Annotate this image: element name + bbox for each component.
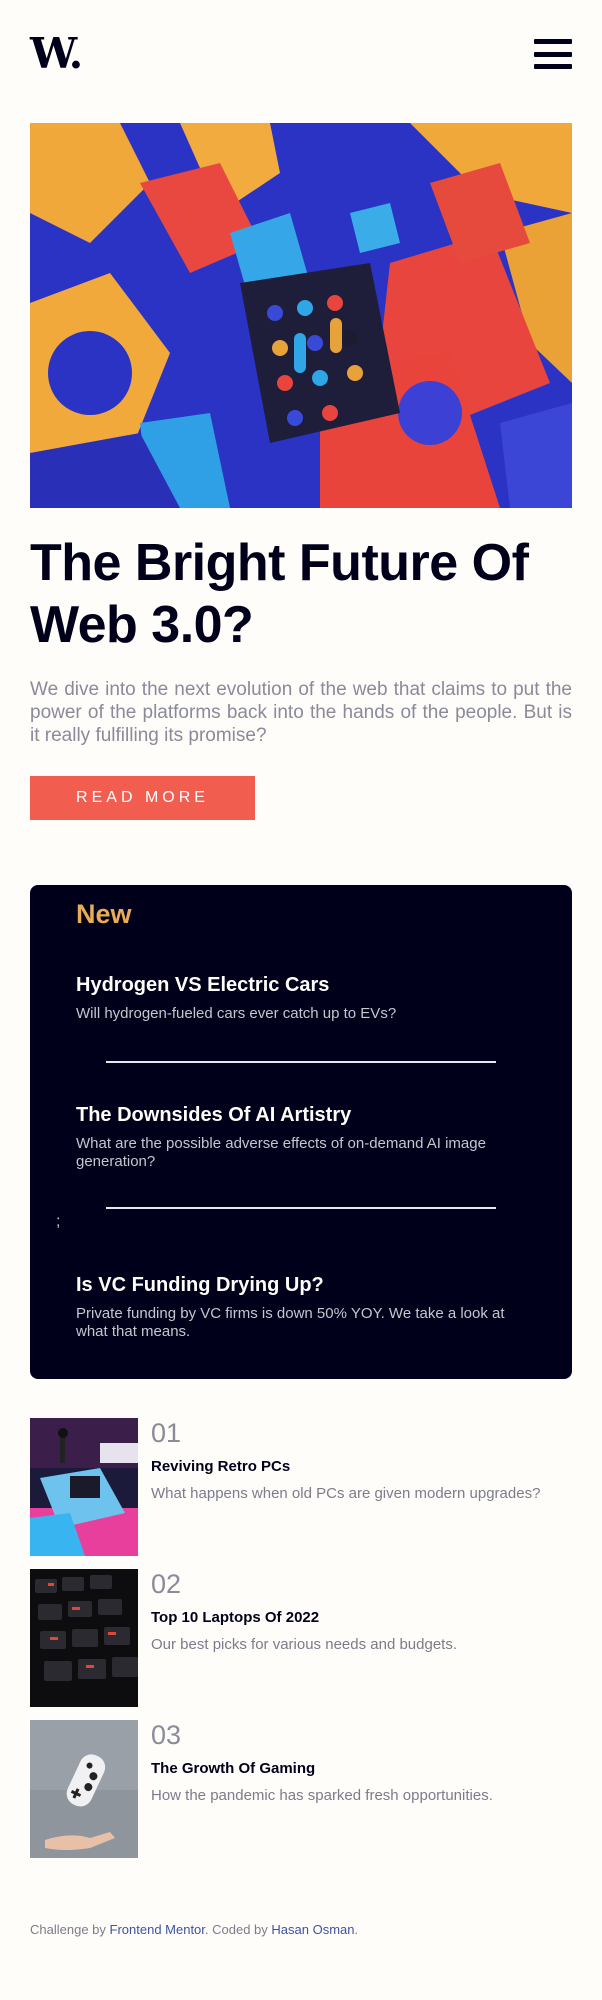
list-title[interactable]: Top 10 Laptops Of 2022 [151,1609,319,1626]
author-link[interactable]: Hasan Osman [271,1922,354,1937]
game-controller-image [30,1720,138,1858]
footer-suffix: . [354,1922,359,1937]
article-description: We dive into the next evolution of the w… [30,679,572,746]
new-item-title[interactable]: The Downsides Of AI Artistry [76,1103,526,1127]
hamburger-menu-icon[interactable] [534,39,572,69]
new-item: The Downsides Of AI Artistry What are th… [76,1103,526,1171]
list-number: 02 [151,1569,182,1599]
new-heading: New [76,899,132,929]
article-title: The Bright Future Of Web 3.0? [30,534,529,654]
site-header: W. [30,30,572,78]
menu-bar-bottom [534,64,572,69]
hero-image [30,123,572,508]
new-item-text: What are the possible adverse effects of… [76,1135,486,1170]
stray-text: ; [56,1213,61,1230]
divider [106,1061,496,1063]
new-item: Hydrogen VS Electric Cars Will hydrogen-… [76,973,526,1023]
frontend-mentor-link[interactable]: Frontend Mentor [110,1922,205,1937]
footer-middle: . Coded by [204,1922,268,1937]
menu-bar-top [534,39,572,44]
new-item-title[interactable]: Hydrogen VS Electric Cars [76,973,526,997]
list-description: What happens when old PCs are given mode… [151,1485,541,1502]
menu-bar-middle [534,51,572,57]
list-item: 02 Top 10 Laptops Of 2022 Our best picks… [30,1569,575,1707]
list-item: 01 Reviving Retro PCs What happens when … [30,1418,575,1556]
logo[interactable]: W. [30,33,83,75]
new-item-text: Will hydrogen-fueled cars ever catch up … [76,1005,397,1022]
list-item: 03 The Growth Of Gaming How the pandemic… [30,1720,575,1858]
new-panel: New Hydrogen VS Electric Cars Will hydro… [30,885,572,1379]
read-more-button[interactable]: READ MORE [30,776,255,820]
list-description: How the pandemic has sparked fresh oppor… [151,1787,493,1804]
new-item-text: Private funding by VC firms is down 50% … [76,1305,505,1340]
laptop-keyboard-image [30,1569,138,1707]
list-description: Our best picks for various needs and bud… [151,1636,458,1653]
list-title[interactable]: The Growth Of Gaming [151,1760,315,1777]
footer-prefix: Challenge by [30,1922,106,1937]
list-number: 01 [151,1418,182,1448]
divider [106,1207,496,1209]
retro-pc-image [30,1418,138,1556]
attribution-footer: Challenge by Frontend Mentor. Coded by H… [30,1922,358,1937]
list-title[interactable]: Reviving Retro PCs [151,1458,290,1475]
list-number: 03 [151,1720,182,1750]
new-item-title[interactable]: Is VC Funding Drying Up? [76,1273,526,1297]
page: W. The Bright Future Of Web 3.0? We dive… [0,0,602,2000]
new-item: Is VC Funding Drying Up? Private funding… [76,1273,526,1341]
